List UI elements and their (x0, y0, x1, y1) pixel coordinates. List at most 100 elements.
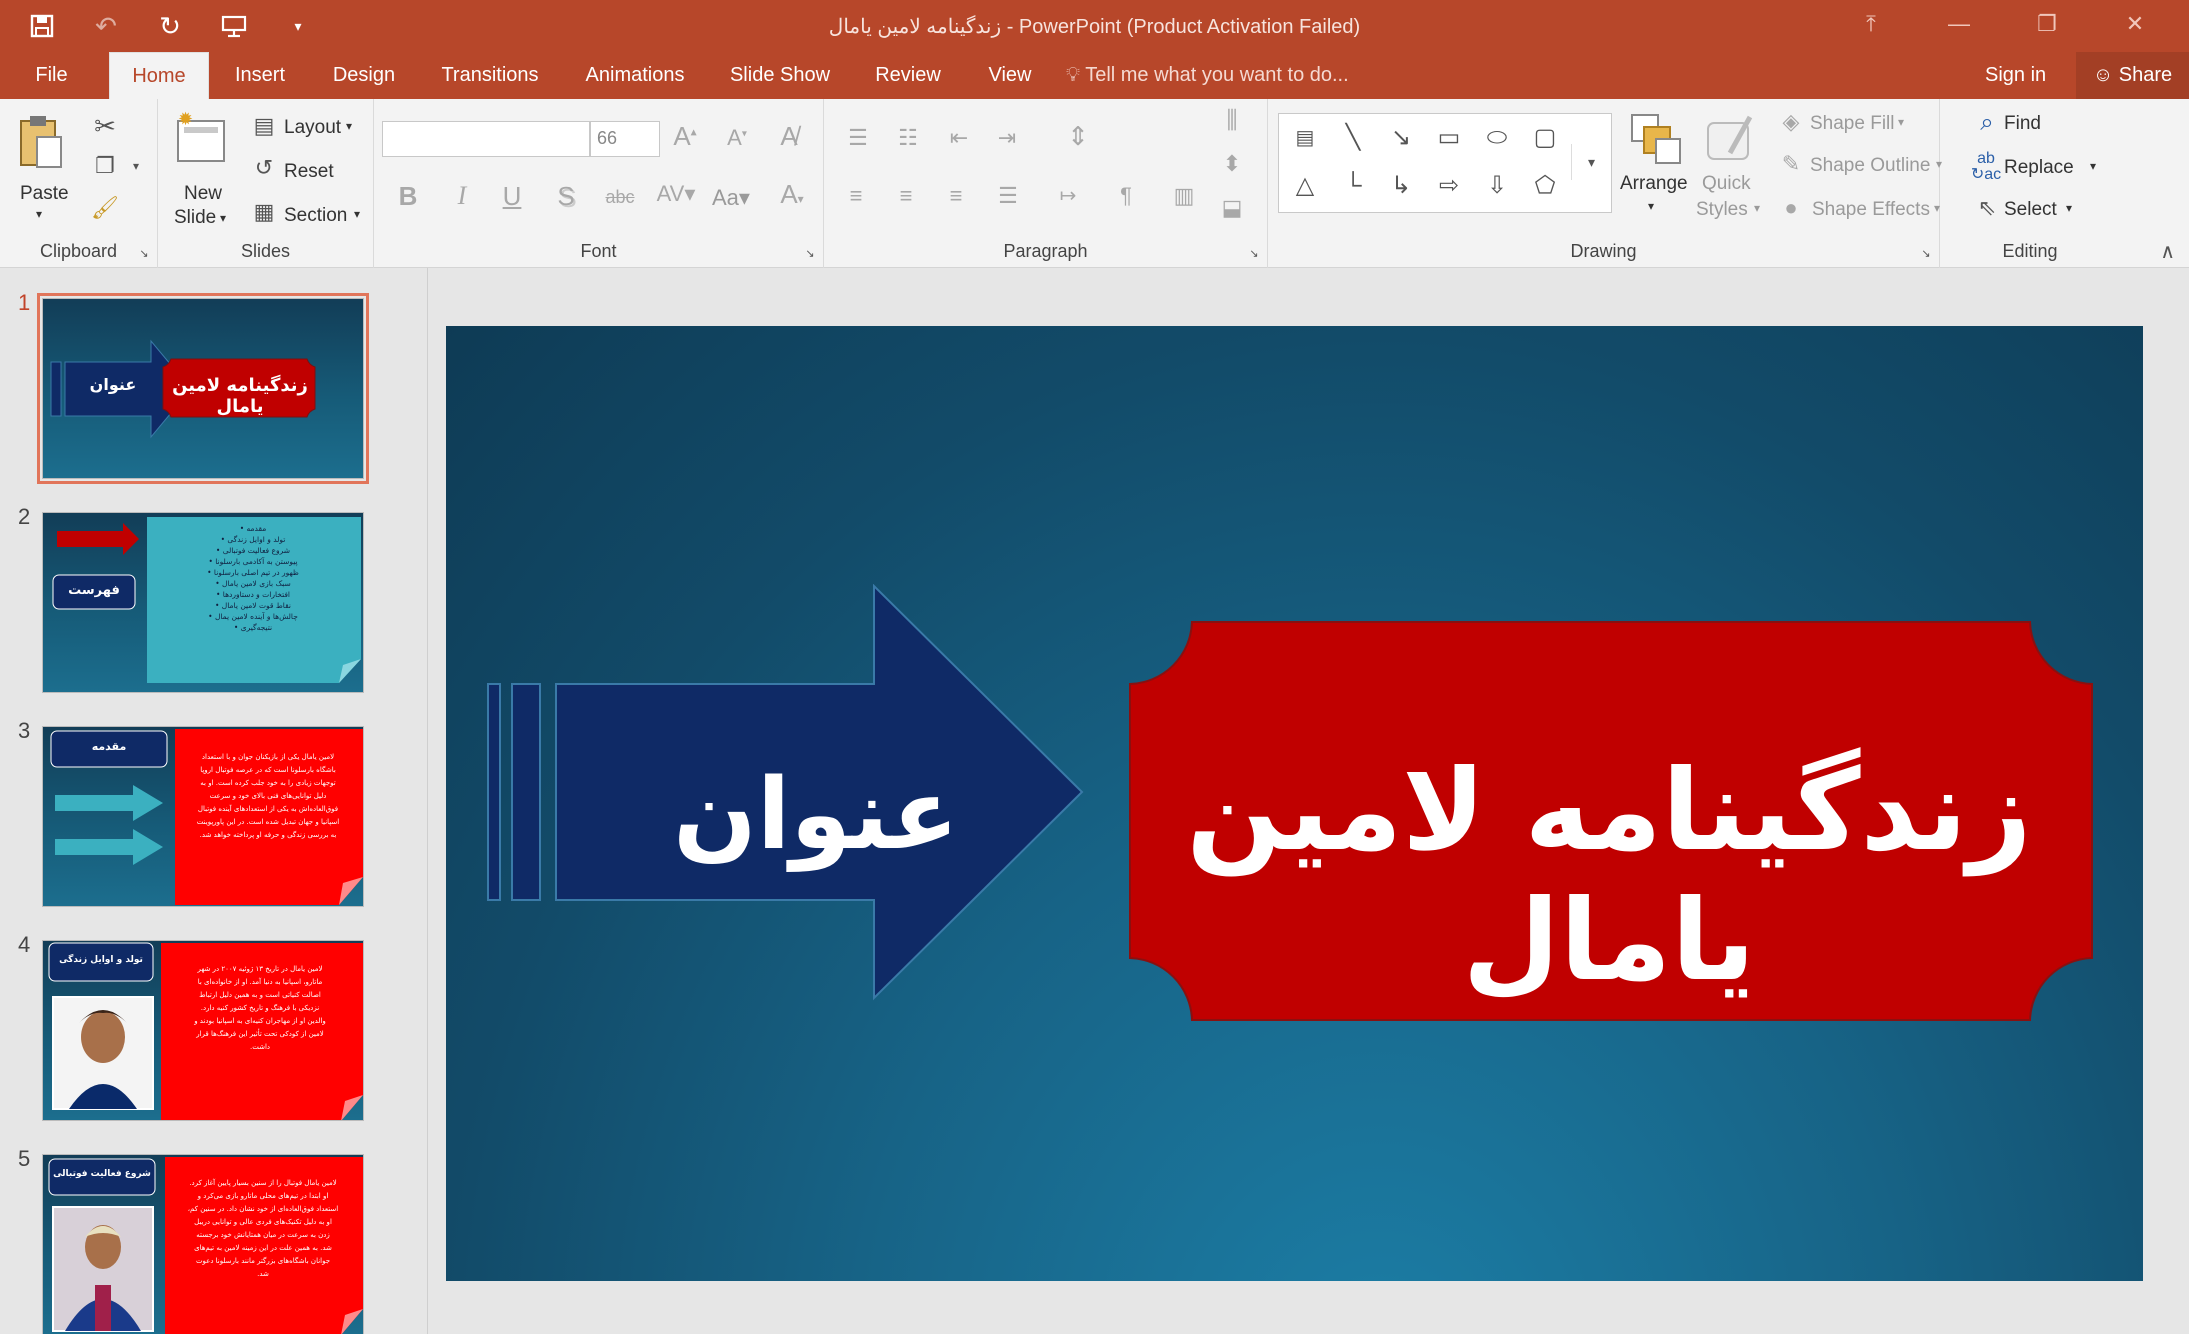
new-slide-icon[interactable]: ✹ (172, 109, 230, 171)
elbow-connector-shape-icon[interactable]: └ (1333, 168, 1373, 204)
columns-icon[interactable]: ▥ (1164, 183, 1204, 209)
bullets-icon[interactable]: ☰ (838, 125, 878, 151)
arrow-label[interactable]: عنوان (606, 758, 1026, 872)
tab-design[interactable]: Design (322, 52, 406, 99)
shape-fill-icon[interactable]: ◈ (1776, 109, 1806, 135)
font-launcher-icon[interactable]: ↘ (803, 247, 817, 260)
section-dropdown-icon[interactable]: ▾ (354, 207, 360, 221)
quick-styles-label-2[interactable]: Styles (1696, 199, 1748, 221)
font-color-icon[interactable]: A▾ (770, 179, 814, 210)
find-icon[interactable]: ⌕ (1974, 109, 2000, 137)
shape-fill-dropdown-icon[interactable]: ▾ (1898, 115, 1904, 129)
quick-styles-dropdown-icon[interactable]: ▾ (1754, 201, 1760, 215)
find-button[interactable]: Find (2004, 113, 2041, 135)
triangle-shape-icon[interactable]: △ (1285, 168, 1325, 204)
arrow-line-shape-icon[interactable]: ↘ (1381, 120, 1421, 156)
section-icon[interactable]: ▦ (250, 199, 278, 225)
shape-effects-icon[interactable]: ● (1776, 195, 1806, 221)
tab-slide-show[interactable]: Slide Show (724, 52, 836, 99)
tab-view[interactable]: View (980, 52, 1040, 99)
tab-transitions[interactable]: Transitions (434, 52, 546, 99)
tab-review[interactable]: Review (868, 52, 948, 99)
paste-button[interactable]: Paste (20, 183, 69, 205)
new-slide-label-2[interactable]: Slide (174, 207, 216, 229)
new-slide-label-1[interactable]: New (184, 183, 222, 205)
format-painter-icon[interactable]: 🖌︎ (90, 195, 120, 221)
change-case-button[interactable]: Aa▾ (712, 185, 750, 211)
right-arrow-shape-icon[interactable]: ⇨ (1429, 168, 1469, 204)
replace-icon[interactable]: ab ↻ac (1970, 151, 2002, 183)
minimize-icon[interactable]: — (1915, 2, 2003, 46)
text-direction-icon[interactable]: ⫼ (1212, 107, 1252, 135)
tab-home[interactable]: Home (109, 52, 209, 99)
align-text-icon[interactable]: ⬍ (1212, 151, 1252, 177)
underline-icon[interactable]: U (498, 181, 526, 212)
arrange-dropdown-icon[interactable]: ▾ (1648, 199, 1654, 213)
align-right-icon[interactable]: ≡ (938, 183, 974, 209)
font-name-input[interactable] (382, 121, 590, 157)
rectangle-shape-icon[interactable]: ▭ (1429, 120, 1469, 156)
current-slide[interactable]: عنوان زندگینامه لامین یامال (446, 326, 2143, 1281)
elbow-arrow-shape-icon[interactable]: ↳ (1381, 168, 1421, 204)
section-button[interactable]: Section (284, 205, 347, 227)
numbering-icon[interactable]: ☷ (888, 125, 928, 151)
decrease-font-size-icon[interactable]: A▾ (722, 125, 752, 151)
quick-styles-label-1[interactable]: Quick (1702, 173, 1751, 195)
copy-icon[interactable]: ❐ (90, 153, 120, 179)
rtl-direction-icon[interactable]: ¶ (1108, 183, 1144, 209)
copy-dropdown-icon[interactable]: ▾ (128, 159, 144, 173)
close-icon[interactable]: ✕ (2091, 2, 2179, 46)
collapse-ribbon-icon[interactable]: ∧ (2160, 239, 2175, 264)
layout-dropdown-icon[interactable]: ▾ (346, 119, 352, 133)
tab-animations[interactable]: Animations (576, 52, 694, 99)
snip-rectangle-shape-icon[interactable]: ⬠ (1525, 168, 1565, 204)
restore-icon[interactable]: ❐ (2003, 2, 2091, 46)
rounded-rectangle-shape-icon[interactable]: ▢ (1525, 120, 1565, 156)
shape-outline-button[interactable]: Shape Outline (1810, 155, 1930, 177)
increase-indent-icon[interactable]: ⇥ (990, 125, 1024, 151)
ltr-direction-icon[interactable]: ↦ (1050, 183, 1086, 208)
replace-button[interactable]: Replace (2004, 157, 2074, 179)
line-spacing-icon[interactable]: ⇕ (1058, 121, 1098, 152)
decrease-indent-icon[interactable]: ⇤ (942, 125, 976, 151)
layout-icon[interactable]: ▤ (250, 113, 278, 139)
oval-shape-icon[interactable]: ⬭ (1477, 120, 1517, 156)
tab-insert[interactable]: Insert (225, 52, 295, 99)
clear-formatting-icon[interactable]: A̸ (772, 121, 806, 152)
cut-icon[interactable]: ✂ (90, 111, 120, 142)
layout-button[interactable]: Layout (284, 117, 341, 139)
align-left-icon[interactable]: ≡ (838, 183, 874, 209)
paragraph-launcher-icon[interactable]: ↘ (1247, 247, 1261, 260)
shape-fill-button[interactable]: Shape Fill (1810, 113, 1895, 135)
paste-dropdown-icon[interactable]: ▾ (36, 207, 42, 221)
text-shadow-icon[interactable]: S (552, 181, 580, 212)
drawing-launcher-icon[interactable]: ↘ (1919, 247, 1933, 260)
slide-thumbnail-2[interactable]: فهرست مقدمه • تولد و اوایل زندگی • شروع … (42, 512, 364, 693)
tab-file[interactable]: File (14, 52, 89, 99)
bold-icon[interactable]: B (394, 181, 422, 212)
reset-button[interactable]: Reset (284, 161, 334, 183)
text-box-shape-icon[interactable]: ▤ (1285, 120, 1325, 156)
sign-in-link[interactable]: Sign in (1985, 52, 2046, 99)
new-slide-dropdown-icon[interactable]: ▾ (220, 211, 226, 225)
slide-thumbnail-5[interactable]: شروع فعالیت فوتبالی لامین یامال فوتبال ر… (42, 1154, 364, 1334)
shapes-more-icon[interactable]: ▾ (1571, 144, 1611, 180)
convert-to-smartart-icon[interactable]: ⬓ (1212, 195, 1252, 221)
justify-icon[interactable]: ☰ (988, 183, 1028, 209)
select-cursor-icon[interactable]: ⇖ (1974, 195, 2000, 221)
strikethrough-icon[interactable]: abc (600, 187, 640, 208)
share-button[interactable]: ☺ Share (2076, 52, 2189, 99)
arrange-icon[interactable] (1626, 109, 1686, 169)
slide-thumbnail-3[interactable]: مقدمه لامین یامال یکی از بازیکنان جوان و… (42, 726, 364, 907)
clipboard-launcher-icon[interactable]: ↘ (137, 247, 151, 260)
paste-icon[interactable] (16, 113, 66, 173)
slide-title[interactable]: زندگینامه لامین یامال (1126, 746, 2092, 1006)
line-shape-icon[interactable]: ╲ (1333, 120, 1373, 156)
shape-effects-button[interactable]: Shape Effects (1812, 199, 1930, 221)
italic-icon[interactable]: I (448, 181, 476, 211)
ribbon-display-options-icon[interactable]: ⤒ (1827, 2, 1915, 46)
slide-thumbnail-pane[interactable]: 1 عنوان زندگینامه لامین یامال 2 فهرست مق… (0, 268, 428, 1334)
increase-font-size-icon[interactable]: A▴ (670, 121, 700, 152)
select-dropdown-icon[interactable]: ▾ (2066, 201, 2072, 215)
reset-icon[interactable]: ↺ (250, 155, 278, 181)
